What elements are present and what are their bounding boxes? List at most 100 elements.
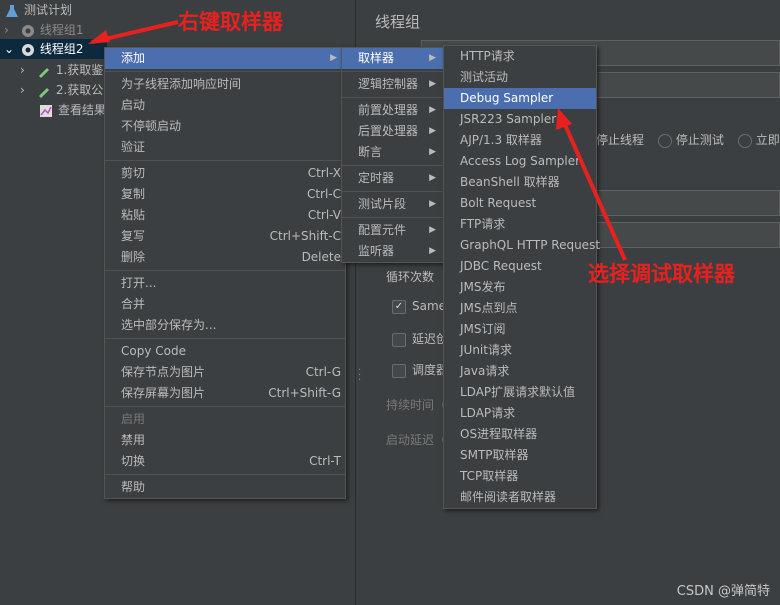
flask-icon (4, 3, 20, 19)
menu-item-config-element[interactable]: 配置元件 ▶ (342, 220, 444, 241)
menu-item-delete[interactable]: 删除 Delete (105, 247, 345, 268)
menu-separator (105, 71, 345, 72)
menu-separator (105, 338, 345, 339)
menu-item-start-no-pause[interactable]: 不停顿启动 (105, 116, 345, 137)
delay-create-checkbox[interactable] (392, 332, 406, 347)
tree-item-results-tree[interactable]: 查看结果 (38, 100, 106, 120)
menu-item-logic-controller[interactable]: 逻辑控制器 ▶ (342, 74, 444, 95)
menu-item-save-screen-image[interactable]: 保存屏幕为图片 Ctrl+Shift-G (105, 383, 345, 404)
context-menu: 添加 ▶ 为子线程添加响应时间 启动 不停顿启动 验证 剪切 Ctrl-X 复制 Ct… (104, 47, 346, 499)
add-submenu: 取样器 ▶ 逻辑控制器 ▶ 前置处理器 ▶ 后置处理器 ▶ 断言 ▶ 定时器 ▶ 测试片段 ▶… (341, 47, 445, 263)
menu-item-help[interactable]: 帮助 (105, 477, 345, 498)
scheduler-row[interactable]: 调度器 (392, 361, 448, 378)
startup-delay-label: 启动延迟（ (386, 433, 447, 447)
menu-item-save-selection[interactable]: 选中部分保存为... (105, 315, 345, 336)
menu-item-add[interactable]: 添加 ▶ (105, 48, 345, 69)
pipette-icon (36, 63, 52, 79)
menu-item-pre-processor[interactable]: 前置处理器 ▶ (342, 100, 444, 121)
stop-test-radio[interactable] (657, 133, 672, 148)
stop-now-label: 立即 (755, 133, 780, 147)
submenu-arrow-icon: ▶ (429, 79, 436, 89)
menu-item-open[interactable]: 打开... (105, 273, 345, 294)
sampler-item[interactable]: JMS订阅 (444, 319, 596, 340)
sampler-item[interactable]: Bolt Request (444, 193, 596, 214)
sampler-item[interactable]: OS进程取样器 (444, 424, 596, 445)
sampler-item[interactable]: TCP取样器 (444, 466, 596, 487)
menu-separator (342, 191, 444, 192)
menu-item-timer[interactable]: 定时器 ▶ (342, 168, 444, 189)
loop-count-label: 循环次数 (386, 270, 435, 284)
menu-item-enable: 启用 (121, 412, 146, 426)
sampler-item[interactable]: HTTP请求 (444, 46, 596, 67)
sampler-item[interactable]: Java请求 (444, 361, 596, 382)
submenu-arrow-icon: ▶ (429, 53, 436, 63)
menu-separator (105, 270, 345, 271)
sampler-item[interactable]: AJP/1.3 取样器 (444, 130, 596, 151)
tree-item-thread-group-2[interactable]: ⌄ 线程组2 (0, 39, 107, 59)
submenu-arrow-icon: ▶ (429, 199, 436, 209)
sampler-item[interactable]: Access Log Sampler (444, 151, 596, 172)
menu-item-save-node-image[interactable]: 保存节点为图片 Ctrl-G (105, 362, 345, 383)
submenu-arrow-icon: ▶ (429, 105, 436, 115)
menu-item-sampler[interactable]: 取样器 ▶ (342, 48, 444, 69)
menu-item-add-think-time[interactable]: 为子线程添加响应时间 (105, 74, 345, 95)
drag-handle-icon[interactable]: · · · (358, 366, 361, 386)
sampler-submenu: HTTP请求 测试活动 Debug Sampler JSR223 Sampler AJP… (443, 45, 600, 509)
stop-thread-label: 停止线程 (596, 133, 645, 147)
same-user-row[interactable]: ✓ Same (392, 299, 446, 314)
sampler-item[interactable]: 邮件阅读者取样器 (444, 487, 596, 508)
submenu-arrow-icon: ▶ (330, 53, 337, 63)
scheduler-checkbox[interactable] (392, 363, 406, 378)
menu-separator (342, 217, 444, 218)
sampler-item[interactable]: 测试活动 (444, 67, 596, 88)
chevron-right-icon[interactable]: › (20, 80, 32, 100)
menu-item-paste[interactable]: 粘贴 Ctrl-V (105, 205, 345, 226)
delay-create-row[interactable]: 延迟创 (392, 330, 448, 347)
sampler-item[interactable]: LDAP扩展请求默认值 (444, 382, 596, 403)
menu-item-duplicate[interactable]: 复写 Ctrl+Shift-C (105, 226, 345, 247)
menu-separator (105, 474, 345, 475)
watermark: CSDN @弹简特 (676, 584, 770, 599)
menu-item-copy[interactable]: 复制 Ctrl-C (105, 184, 345, 205)
menu-item-test-fragment[interactable]: 测试片段 ▶ (342, 194, 444, 215)
sampler-item[interactable]: JUnit请求 (444, 340, 596, 361)
panel-title: 线程组 (375, 13, 421, 31)
menu-item-copy-code[interactable]: Copy Code (105, 341, 345, 362)
sampler-item[interactable]: LDAP请求 (444, 403, 596, 424)
sampler-item[interactable]: JDBC Request (444, 256, 596, 277)
menu-item-toggle[interactable]: 切换 Ctrl-T (105, 451, 345, 472)
sampler-item[interactable]: FTP请求 (444, 214, 596, 235)
submenu-arrow-icon: ▶ (429, 147, 436, 157)
tree-item-test-plan[interactable]: 测试计划 (4, 0, 72, 20)
sampler-item[interactable]: BeanShell 取样器 (444, 172, 596, 193)
tree-item-http-1[interactable]: › 1.获取鉴 (20, 60, 103, 80)
sampler-item[interactable]: JSR223 Sampler (444, 109, 596, 130)
chevron-right-icon[interactable]: › (20, 60, 32, 80)
tree-item-http-2[interactable]: › 2.获取公 (20, 80, 103, 100)
menu-item-cut[interactable]: 剪切 Ctrl-X (105, 163, 345, 184)
sampler-item[interactable]: JMS点到点 (444, 298, 596, 319)
menu-separator (342, 97, 444, 98)
chevron-down-icon[interactable]: ⌄ (4, 39, 16, 59)
submenu-arrow-icon: ▶ (429, 225, 436, 235)
tree-item-thread-group-1[interactable]: › 线程组1 (4, 20, 83, 40)
menu-item-assertion[interactable]: 断言 ▶ (342, 142, 444, 163)
same-user-checkbox[interactable]: ✓ (392, 299, 406, 314)
gear-icon (20, 42, 36, 58)
stop-now-radio[interactable] (737, 133, 752, 148)
menu-separator (105, 160, 345, 161)
menu-item-start[interactable]: 启动 (105, 95, 345, 116)
menu-item-disable[interactable]: 禁用 (105, 430, 345, 451)
submenu-arrow-icon: ▶ (429, 126, 436, 136)
sampler-item[interactable]: GraphQL HTTP Request (444, 235, 600, 256)
sampler-item[interactable]: Debug Sampler (444, 88, 596, 109)
menu-item-merge[interactable]: 合并 (105, 294, 345, 315)
sampler-item[interactable]: SMTP取样器 (444, 445, 596, 466)
menu-item-validate[interactable]: 验证 (105, 137, 345, 158)
menu-item-post-processor[interactable]: 后置处理器 ▶ (342, 121, 444, 142)
submenu-arrow-icon: ▶ (429, 246, 436, 256)
chevron-right-icon[interactable]: › (4, 20, 16, 40)
sampler-item[interactable]: JMS发布 (444, 277, 596, 298)
gear-icon (20, 23, 36, 39)
menu-item-listener[interactable]: 监听器 ▶ (342, 241, 444, 262)
